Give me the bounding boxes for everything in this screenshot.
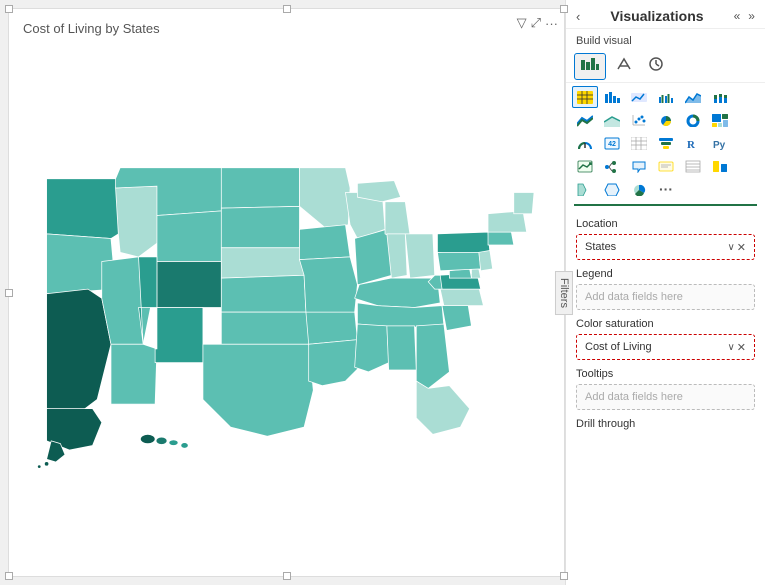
viz-icon-pie[interactable]	[653, 109, 679, 131]
viz-icon-smart-narrative[interactable]	[653, 155, 679, 177]
location-group: Location States ∨ ✕	[576, 218, 755, 260]
resize-bm[interactable]	[283, 572, 291, 580]
states-dropdown-icon[interactable]: ∨	[727, 242, 734, 253]
viz-icon-python-visual[interactable]: Py	[707, 132, 733, 154]
viz-icon-decomp-tree[interactable]	[599, 155, 625, 177]
build-visual-label: Build visual	[566, 29, 765, 51]
resize-tm[interactable]	[283, 5, 291, 13]
resize-br[interactable]	[560, 572, 568, 580]
color-saturation-label: Color saturation	[576, 318, 755, 330]
filters-tab[interactable]: Filters	[555, 271, 573, 315]
filter-icon[interactable]: ▽	[517, 15, 527, 31]
viz-main-tabs	[566, 51, 765, 83]
drill-through-label: Drill through	[576, 418, 755, 430]
viz-panel: ‹ Visualizations « » Build visual	[565, 0, 765, 585]
viz-icon-qa[interactable]	[626, 155, 652, 177]
tooltips-label: Tooltips	[576, 368, 755, 380]
viz-icon-slicer[interactable]	[572, 178, 598, 200]
cost-of-living-dropzone[interactable]: Cost of Living ∨ ✕	[576, 334, 755, 360]
map-title: Cost of Living by States	[23, 21, 160, 36]
tooltips-placeholder: Add data fields here	[585, 391, 683, 403]
viz-header-icons: « »	[734, 9, 755, 23]
viz-icon-kpi[interactable]	[572, 155, 598, 177]
viz-icon-table[interactable]	[572, 86, 598, 108]
location-label: Location	[576, 218, 755, 230]
viz-icon-clustered-bar[interactable]	[653, 86, 679, 108]
viz-icon-card[interactable]: 42	[599, 132, 625, 154]
viz-icon-more[interactable]: ···	[653, 178, 679, 200]
viz-icon-grid: 42 R Py	[566, 83, 765, 204]
viz-icon-scatter[interactable]	[626, 109, 652, 131]
viz-panel-expand-icon[interactable]: »	[748, 9, 755, 23]
cost-remove-icon[interactable]: ✕	[737, 341, 746, 354]
viz-icon-funnel[interactable]	[653, 132, 679, 154]
map-panel: Cost of Living by States ▽ ⤢ ···	[8, 8, 565, 577]
viz-tab-build[interactable]	[574, 53, 606, 80]
tooltips-group: Tooltips Add data fields here	[576, 368, 755, 410]
fields-section: Location States ∨ ✕ Legend Add data fiel…	[566, 212, 765, 585]
svg-text:42: 42	[608, 141, 616, 148]
viz-icon-r-visual[interactable]: R	[680, 132, 706, 154]
map-container	[19, 49, 534, 566]
color-saturation-group: Color saturation Cost of Living ∨ ✕	[576, 318, 755, 360]
resize-tr[interactable]	[560, 5, 568, 13]
viz-icon-bar[interactable]	[599, 86, 625, 108]
viz-icon-pie2[interactable]	[626, 178, 652, 200]
states-dropzone[interactable]: States ∨ ✕	[576, 234, 755, 260]
legend-group: Legend Add data fields here	[576, 268, 755, 310]
cost-of-living-value: Cost of Living	[585, 341, 652, 353]
viz-icon-matrix[interactable]	[626, 132, 652, 154]
viz-icon-stacked-bar[interactable]	[707, 86, 733, 108]
svg-text:Py: Py	[713, 140, 726, 150]
resize-bl[interactable]	[5, 572, 13, 580]
tooltips-dropzone[interactable]: Add data fields here	[576, 384, 755, 410]
viz-icon-donut[interactable]	[680, 109, 706, 131]
viz-icon-shape-map[interactable]	[599, 178, 625, 200]
viz-icon-ribbon[interactable]	[572, 109, 598, 131]
viz-tab-format[interactable]	[610, 53, 638, 80]
viz-icon-paginated[interactable]	[680, 155, 706, 177]
viz-icon-area[interactable]	[680, 86, 706, 108]
drill-through-group: Drill through	[576, 418, 755, 430]
viz-icon-gauge[interactable]	[572, 132, 598, 154]
viz-panel-title: Visualizations	[610, 8, 703, 24]
viz-tab-analytics[interactable]	[642, 53, 670, 80]
svg-text:R: R	[687, 139, 696, 150]
states-remove-icon[interactable]: ✕	[737, 241, 746, 254]
resize-tl[interactable]	[5, 5, 13, 13]
viz-icon-area2[interactable]	[599, 109, 625, 131]
viz-icon-chart6[interactable]	[707, 155, 733, 177]
legend-label: Legend	[576, 268, 755, 280]
cost-dropdown-icon[interactable]: ∨	[727, 342, 734, 353]
viz-panel-collapse-icon[interactable]: «	[734, 9, 741, 23]
legend-placeholder: Add data fields here	[585, 291, 683, 303]
states-value: States	[585, 241, 616, 253]
viz-header: ‹ Visualizations « »	[566, 0, 765, 29]
legend-dropzone[interactable]: Add data fields here	[576, 284, 755, 310]
viz-icon-treemap[interactable]	[707, 109, 733, 131]
more-icon[interactable]: ···	[545, 16, 558, 31]
expand-icon[interactable]: ⤢	[531, 15, 541, 31]
collapse-panel-icon[interactable]: ‹	[576, 9, 580, 24]
resize-ml[interactable]	[5, 289, 13, 297]
map-toolbar: ▽ ⤢ ···	[517, 15, 558, 31]
viz-icon-line[interactable]	[626, 86, 652, 108]
